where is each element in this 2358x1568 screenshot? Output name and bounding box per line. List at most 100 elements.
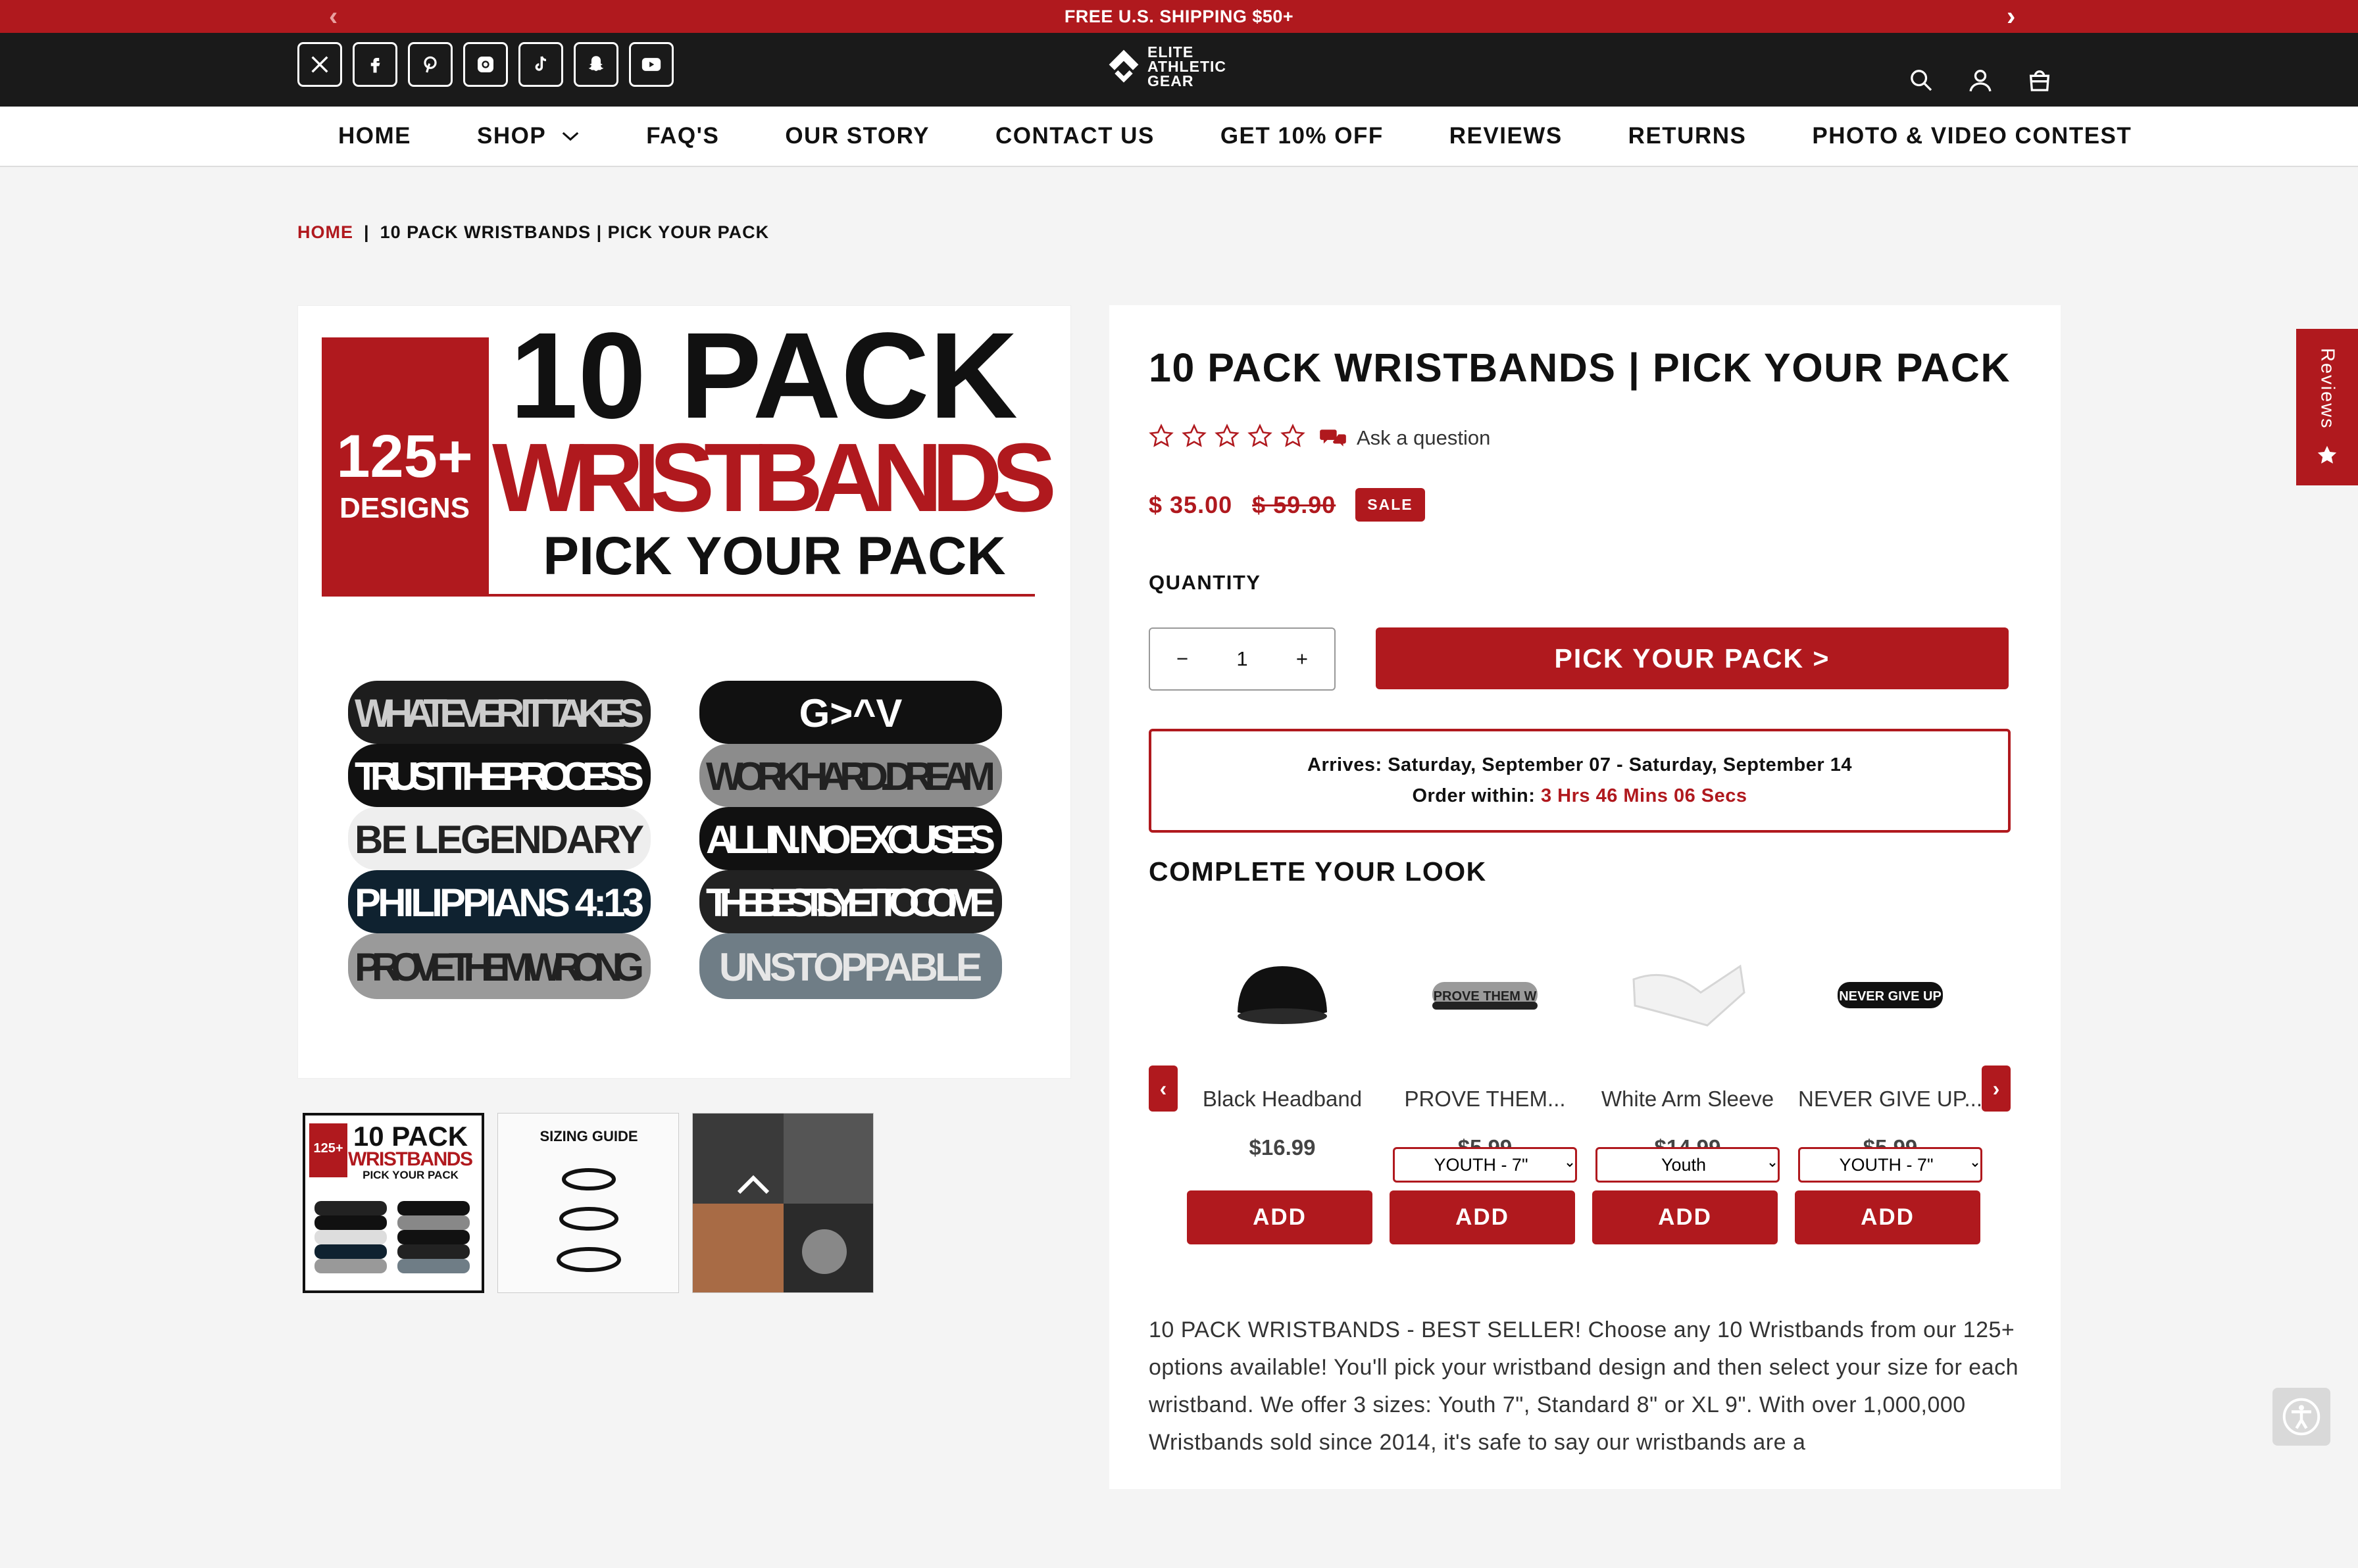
- nav-item-home[interactable]: HOME: [338, 123, 411, 149]
- headband-image: [1238, 966, 1327, 1024]
- carousel-prev-icon[interactable]: ‹: [1149, 1066, 1178, 1112]
- instagram-icon[interactable]: [463, 42, 508, 87]
- pinterest-icon[interactable]: [408, 42, 453, 87]
- cart-icon[interactable]: [2026, 67, 2053, 93]
- nav-item-our-story[interactable]: OUR STORY: [785, 123, 930, 149]
- band-left-3: BE LEGENDARY: [355, 818, 644, 862]
- thumbnail-2[interactable]: SIZING GUIDE: [497, 1113, 679, 1293]
- nav-label: HOME: [338, 123, 411, 149]
- quantity-label: QUANTITY: [1149, 571, 1261, 594]
- ask-question-link[interactable]: Ask a question: [1320, 426, 1490, 450]
- rating-stars[interactable]: [1149, 424, 1305, 449]
- item-name[interactable]: Black Headband: [1187, 1087, 1378, 1112]
- star-icon: [2317, 445, 2337, 464]
- announcement-text: FREE U.S. SHIPPING $50+: [1064, 6, 1294, 26]
- breadcrumb-separator: |: [364, 222, 370, 242]
- add-button[interactable]: ADD: [1795, 1190, 1980, 1244]
- product-image[interactable]: NEVER GIVE UP: [1795, 937, 1986, 1055]
- minus-icon[interactable]: −: [1176, 647, 1188, 671]
- item-name[interactable]: PROVE THEM...: [1390, 1087, 1580, 1112]
- nav-label: RETURNS: [1628, 123, 1747, 149]
- thumbnail-1[interactable]: 125+ 10 PACK WRISTBANDS PICK YOUR PACK: [303, 1113, 484, 1293]
- band-left-5: PROVE THEM WRONG: [355, 945, 644, 989]
- logo-mark-icon: [1109, 49, 1139, 83]
- item-name[interactable]: NEVER GIVE UP...: [1795, 1087, 1986, 1112]
- order-within-line: Order within: 3 Hrs 46 Mins 06 Secs: [1412, 785, 1747, 807]
- star-icon: [1280, 424, 1305, 447]
- thumb-line1: 10 PACK: [353, 1121, 468, 1152]
- chevron-left-icon[interactable]: ‹: [329, 0, 338, 33]
- size-select[interactable]: YOUTH - 7": [1798, 1147, 1982, 1183]
- band-left-4: PHILIPPIANS 4:13: [355, 881, 644, 925]
- product-thumbnails: 125+ 10 PACK WRISTBANDS PICK YOUR PACK S…: [303, 1113, 874, 1293]
- svg-text:PROVE THEM W: PROVE THEM W: [1434, 989, 1537, 1004]
- carousel-next-icon[interactable]: ›: [1982, 1066, 2011, 1112]
- logo-text: ELITE ATHLETIC GEAR: [1147, 43, 1226, 89]
- star-icon: [1182, 424, 1207, 447]
- nav-item-get-10-off[interactable]: GET 10% OFF: [1220, 123, 1384, 149]
- youtube-icon[interactable]: [629, 42, 674, 87]
- nav-item-photo-video-contest[interactable]: PHOTO & VIDEO CONTEST: [1812, 123, 2132, 149]
- wristband-image: PROVE THEM W: [1432, 982, 1538, 1010]
- breadcrumb-current: 10 PACK WRISTBANDS | PICK YOUR PACK: [380, 222, 770, 242]
- quantity-value[interactable]: 1: [1236, 647, 1247, 671]
- add-button[interactable]: ADD: [1187, 1190, 1372, 1244]
- delivery-estimate: Arrives: Saturday, September 07 - Saturd…: [1149, 729, 2011, 833]
- accessibility-button[interactable]: [2272, 1388, 2330, 1446]
- nav-item-contact-us[interactable]: CONTACT US: [995, 123, 1155, 149]
- social-links: [297, 42, 674, 87]
- nav-label: GET 10% OFF: [1220, 123, 1384, 149]
- product-image[interactable]: [1592, 937, 1783, 1055]
- product-info-panel: 10 PACK WRISTBANDS | PICK YOUR PACK Ask …: [1109, 305, 2061, 1489]
- nav-item-shop[interactable]: SHOP: [477, 123, 580, 149]
- logo-line: ELITE: [1147, 43, 1194, 61]
- wristband-image: NEVER GIVE UP: [1838, 982, 1943, 1008]
- x-icon[interactable]: [297, 42, 342, 87]
- star-icon: [1149, 424, 1174, 447]
- product-image[interactable]: PROVE THEM W: [1390, 937, 1580, 1055]
- announcement-bar: ‹ FREE U.S. SHIPPING $50+ ›: [0, 0, 2358, 33]
- nav-label: OUR STORY: [785, 123, 930, 149]
- add-button[interactable]: ADD: [1592, 1190, 1778, 1244]
- chevron-down-icon: [562, 132, 579, 141]
- logo-line: GEAR: [1147, 72, 1194, 89]
- band-left-1: WHATEVER IT TAKES: [355, 691, 644, 735]
- thumbnail-graphic: 125+ 10 PACK WRISTBANDS PICK YOUR PACK: [309, 1121, 473, 1273]
- site-logo[interactable]: ELITE ATHLETIC GEAR: [1105, 43, 1226, 89]
- product-hero-graphic: 125+ DESIGNS 10 PACK WRISTBANDS PICK YOU…: [322, 308, 1057, 999]
- nav-item-returns[interactable]: RETURNS: [1628, 123, 1747, 149]
- search-icon[interactable]: [1908, 67, 1934, 93]
- nav-item-faqs[interactable]: FAQ'S: [646, 123, 719, 149]
- nav-label: PHOTO & VIDEO CONTEST: [1812, 123, 2132, 149]
- size-select[interactable]: YOUTH - 7": [1393, 1147, 1577, 1183]
- thumbnail-graphic: [693, 1114, 873, 1292]
- account-icon[interactable]: [1967, 67, 1994, 93]
- size-select[interactable]: Youth: [1595, 1147, 1780, 1183]
- reviews-side-tab[interactable]: Reviews: [2296, 329, 2358, 485]
- thumb-line2: WRISTBANDS: [348, 1148, 473, 1170]
- facebook-icon[interactable]: [353, 42, 397, 87]
- order-label: Order within:: [1412, 785, 1536, 806]
- plus-icon[interactable]: +: [1296, 647, 1308, 671]
- hero-line2: WRISTBANDS: [492, 424, 1057, 532]
- product-image[interactable]: [1187, 937, 1378, 1055]
- look-item-card: Black Headband $16.99 ADD: [1187, 937, 1378, 1244]
- chevron-right-icon[interactable]: ›: [2007, 0, 2016, 33]
- band-right-2: WORK HARD. DREAM: [706, 754, 995, 798]
- add-button[interactable]: ADD: [1390, 1190, 1575, 1244]
- thumbnail-3[interactable]: [692, 1113, 874, 1293]
- hero-line3: PICK YOUR PACK: [543, 526, 1005, 586]
- band-right-1: G>^V: [799, 691, 903, 735]
- sizing-guide-title: SIZING GUIDE: [539, 1128, 638, 1144]
- band-right-5: UNSTOPPABLE: [719, 945, 982, 989]
- breadcrumb-home-link[interactable]: HOME: [297, 222, 353, 243]
- nav-item-reviews[interactable]: REVIEWS: [1449, 123, 1563, 149]
- reviews-tab-label: Reviews: [2317, 348, 2338, 429]
- product-main-image[interactable]: 125+ DESIGNS 10 PACK WRISTBANDS PICK YOU…: [297, 305, 1071, 1079]
- star-icon: [1215, 424, 1240, 447]
- tiktok-icon[interactable]: [518, 42, 563, 87]
- item-name[interactable]: White Arm Sleeve: [1592, 1087, 1783, 1112]
- snapchat-icon[interactable]: [574, 42, 618, 87]
- pick-your-pack-button[interactable]: PICK YOUR PACK >: [1376, 627, 2009, 689]
- complete-your-look-title: COMPLETE YOUR LOOK: [1149, 856, 1487, 887]
